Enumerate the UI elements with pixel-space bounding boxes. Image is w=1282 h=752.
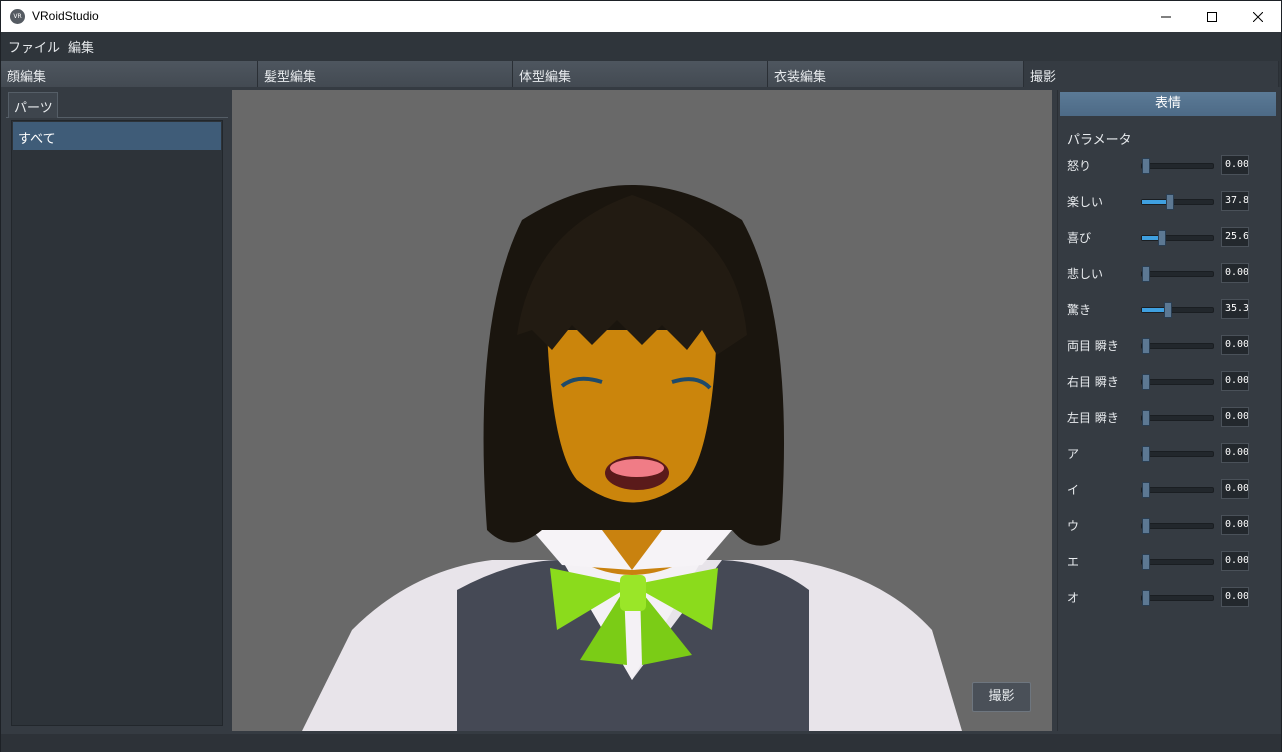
- param-label: 驚き: [1067, 303, 1092, 317]
- param-value-input[interactable]: 0.00: [1221, 443, 1249, 463]
- param-row: オ 0.00: [1058, 586, 1278, 610]
- param-value-input[interactable]: 0.00: [1221, 587, 1249, 607]
- slider-thumb[interactable]: [1166, 194, 1174, 210]
- tab-hair[interactable]: 髪型編集: [258, 61, 513, 87]
- param-label: 悲しい: [1067, 267, 1104, 281]
- window-title: VRoidStudio: [32, 9, 99, 23]
- main-tabs: 顔編集 髪型編集 体型編集 衣装編集 撮影: [1, 59, 1281, 87]
- param-value-input[interactable]: 0.00: [1221, 515, 1249, 535]
- param-slider[interactable]: [1141, 518, 1214, 534]
- app-logo-icon: VR: [10, 9, 25, 24]
- param-value-input[interactable]: 0.00: [1221, 479, 1249, 499]
- close-button[interactable]: [1235, 1, 1281, 32]
- param-slider[interactable]: [1141, 158, 1214, 174]
- parts-panel: パーツ すべて: [6, 90, 228, 730]
- param-row: ウ 0.00: [1058, 514, 1278, 538]
- menu-edit[interactable]: 編集: [68, 37, 94, 56]
- character-model-render: [302, 185, 962, 731]
- param-slider[interactable]: [1141, 338, 1214, 354]
- slider-thumb[interactable]: [1158, 230, 1166, 246]
- param-slider[interactable]: [1141, 302, 1214, 318]
- list-item-all[interactable]: すべて: [13, 122, 221, 150]
- tab-parts[interactable]: パーツ: [8, 92, 58, 118]
- param-slider[interactable]: [1141, 410, 1214, 426]
- slider-thumb[interactable]: [1142, 446, 1150, 462]
- param-row: 楽しい 37.80: [1058, 190, 1278, 214]
- minimize-button[interactable]: [1143, 1, 1189, 32]
- param-row: 両目 瞬き 0.00: [1058, 334, 1278, 358]
- param-row: 怒り 0.00: [1058, 154, 1278, 178]
- menu-file[interactable]: ファイル: [8, 37, 60, 56]
- slider-thumb[interactable]: [1142, 266, 1150, 282]
- app-window: VR VRoidStudio ファイル 編集 顔編集 髪型編集 体型編集 衣装編…: [0, 0, 1282, 752]
- param-row: 喜び 25.62: [1058, 226, 1278, 250]
- param-value-input[interactable]: 35.37: [1221, 299, 1249, 319]
- close-icon: [1253, 11, 1263, 22]
- param-slider[interactable]: [1141, 482, 1214, 498]
- param-row: 悲しい 0.00: [1058, 262, 1278, 286]
- param-value-input[interactable]: 0.00: [1221, 371, 1249, 391]
- param-value-input[interactable]: 0.00: [1221, 335, 1249, 355]
- slider-thumb[interactable]: [1164, 302, 1172, 318]
- status-bar: [1, 734, 1281, 752]
- param-slider[interactable]: [1141, 374, 1214, 390]
- slider-fill: [1142, 308, 1164, 312]
- param-row: 右目 瞬き 0.00: [1058, 370, 1278, 394]
- slider-thumb[interactable]: [1142, 482, 1150, 498]
- slider-thumb[interactable]: [1142, 158, 1150, 174]
- tab-outfit[interactable]: 衣装編集: [768, 61, 1024, 87]
- parts-list: すべて: [11, 120, 223, 726]
- param-row: ア 0.00: [1058, 442, 1278, 466]
- slider-thumb[interactable]: [1142, 338, 1150, 354]
- shoot-button[interactable]: 撮影: [972, 682, 1031, 712]
- slider-thumb[interactable]: [1142, 410, 1150, 426]
- maximize-icon: [1207, 11, 1217, 22]
- param-slider[interactable]: [1141, 446, 1214, 462]
- slider-thumb[interactable]: [1142, 590, 1150, 606]
- tab-face[interactable]: 顔編集: [1, 61, 258, 87]
- param-label: 喜び: [1067, 231, 1092, 245]
- slider-fill: [1142, 236, 1158, 240]
- param-label: 左目 瞬き: [1067, 411, 1119, 425]
- 3d-viewport[interactable]: 撮影: [232, 90, 1052, 731]
- minimize-icon: [1161, 16, 1171, 17]
- param-value-input[interactable]: 0.00: [1221, 551, 1249, 571]
- parameters-label: パラメータ: [1067, 133, 1132, 148]
- param-row: 驚き 35.37: [1058, 298, 1278, 322]
- param-slider[interactable]: [1141, 194, 1214, 210]
- param-label: ア: [1067, 447, 1080, 461]
- param-label: 右目 瞬き: [1067, 375, 1119, 389]
- param-label: ウ: [1067, 519, 1080, 533]
- expression-header[interactable]: 表情: [1060, 92, 1276, 116]
- slider-thumb[interactable]: [1142, 374, 1150, 390]
- param-row: 左目 瞬き 0.00: [1058, 406, 1278, 430]
- param-label: イ: [1067, 483, 1080, 497]
- param-slider[interactable]: [1141, 590, 1214, 606]
- param-label: 両目 瞬き: [1067, 339, 1119, 353]
- menu-bar: ファイル 編集: [1, 32, 1281, 59]
- param-label: 怒り: [1067, 159, 1092, 173]
- param-value-input[interactable]: 25.62: [1221, 227, 1249, 247]
- expression-panel: 表情 パラメータ 怒り 0.00 楽しい 37.80 喜び 25.62 悲しい 0.00 驚き 3…: [1057, 90, 1277, 731]
- param-label: オ: [1067, 591, 1080, 605]
- slider-fill: [1142, 200, 1166, 204]
- param-value-input[interactable]: 0.00: [1221, 155, 1249, 175]
- param-label: 楽しい: [1067, 195, 1104, 209]
- param-label: エ: [1067, 555, 1080, 569]
- slider-thumb[interactable]: [1142, 554, 1150, 570]
- tab-body[interactable]: 体型編集: [513, 61, 768, 87]
- param-row: イ 0.00: [1058, 478, 1278, 502]
- param-value-input[interactable]: 0.00: [1221, 407, 1249, 427]
- title-bar: VR VRoidStudio: [1, 1, 1281, 32]
- param-slider[interactable]: [1141, 230, 1214, 246]
- param-slider[interactable]: [1141, 266, 1214, 282]
- param-value-input[interactable]: 0.00: [1221, 263, 1249, 283]
- slider-thumb[interactable]: [1142, 518, 1150, 534]
- param-slider[interactable]: [1141, 554, 1214, 570]
- param-row: エ 0.00: [1058, 550, 1278, 574]
- param-value-input[interactable]: 37.80: [1221, 191, 1249, 211]
- tab-photo[interactable]: 撮影: [1024, 61, 1279, 87]
- maximize-button[interactable]: [1189, 1, 1235, 32]
